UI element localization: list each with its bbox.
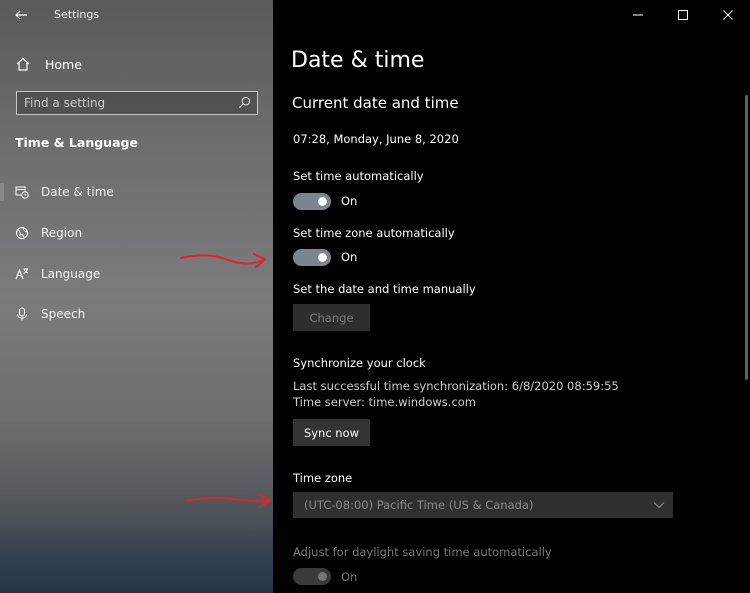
sync-clock-label: Synchronize your clock <box>293 356 426 370</box>
set-time-auto-label: Set time automatically <box>293 169 424 183</box>
language-icon <box>15 268 29 280</box>
daylight-saving-label: Adjust for daylight saving time automati… <box>293 545 552 559</box>
annotation-arrow-icon <box>185 493 271 508</box>
nav-home[interactable]: Home <box>12 52 262 76</box>
time-server-info: Time server: time.windows.com <box>293 395 477 409</box>
sidebar-item-speech[interactable]: Speech <box>0 297 273 331</box>
sidebar-item-label: Language <box>41 267 101 281</box>
microphone-icon <box>17 307 27 321</box>
toggle-knob <box>318 253 327 262</box>
globe-icon <box>16 227 28 239</box>
sidebar-item-date-time[interactable]: Date & time <box>0 175 273 209</box>
search-icon[interactable] <box>238 96 251 109</box>
scrollbar[interactable] <box>745 95 748 380</box>
timezone-value: (UTC-08:00) Pacific Time (US & Canada) <box>304 498 534 512</box>
set-time-auto-state: On <box>341 194 358 208</box>
sidebar-item-label: Speech <box>41 307 86 321</box>
set-timezone-auto-toggle[interactable] <box>293 249 331 266</box>
timezone-dropdown[interactable]: (UTC-08:00) Pacific Time (US & Canada) <box>293 492 673 518</box>
minimize-button[interactable] <box>615 0 660 30</box>
last-sync-info: Last successful time synchronization: 6/… <box>293 379 619 393</box>
section-subtitle: Current date and time <box>292 94 459 112</box>
page-title: Date & time <box>291 48 425 73</box>
close-button[interactable] <box>705 0 750 30</box>
section-title: Time & Language <box>15 135 138 150</box>
toggle-knob <box>318 572 327 581</box>
search-box[interactable] <box>16 91 258 115</box>
minimize-icon <box>632 14 643 16</box>
sidebar-item-label: Date & time <box>41 185 114 199</box>
timezone-label: Time zone <box>293 471 353 485</box>
current-datetime: 07:28, Monday, June 8, 2020 <box>293 132 459 146</box>
maximize-icon <box>677 10 688 20</box>
nav-home-label: Home <box>45 56 82 72</box>
sync-now-button[interactable]: Sync now <box>293 419 370 446</box>
annotation-arrow-icon <box>180 253 266 268</box>
sidebar-item-region[interactable]: Region <box>0 216 273 250</box>
calendar-clock-icon <box>15 186 29 199</box>
set-timezone-auto-state: On <box>341 250 358 264</box>
search-input[interactable] <box>17 92 227 114</box>
home-icon <box>16 57 30 71</box>
titlebar-left: Settings <box>0 0 273 30</box>
chevron-down-icon <box>653 502 665 509</box>
close-icon <box>722 10 733 20</box>
maximize-button[interactable] <box>660 0 705 30</box>
set-time-auto-toggle[interactable] <box>293 193 331 210</box>
back-arrow-icon[interactable] <box>13 7 29 23</box>
daylight-saving-toggle[interactable] <box>293 568 331 585</box>
toggle-knob <box>318 197 327 206</box>
window-controls <box>615 0 750 30</box>
manual-datetime-label: Set the date and time manually <box>293 282 476 296</box>
main-content: Date & time Current date and time 07:28,… <box>273 0 750 593</box>
change-button[interactable]: Change <box>293 304 370 331</box>
daylight-saving-state: On <box>341 570 358 584</box>
app-title: Settings <box>54 8 100 21</box>
set-timezone-auto-label: Set time zone automatically <box>293 226 455 240</box>
sidebar-item-label: Region <box>41 226 83 240</box>
